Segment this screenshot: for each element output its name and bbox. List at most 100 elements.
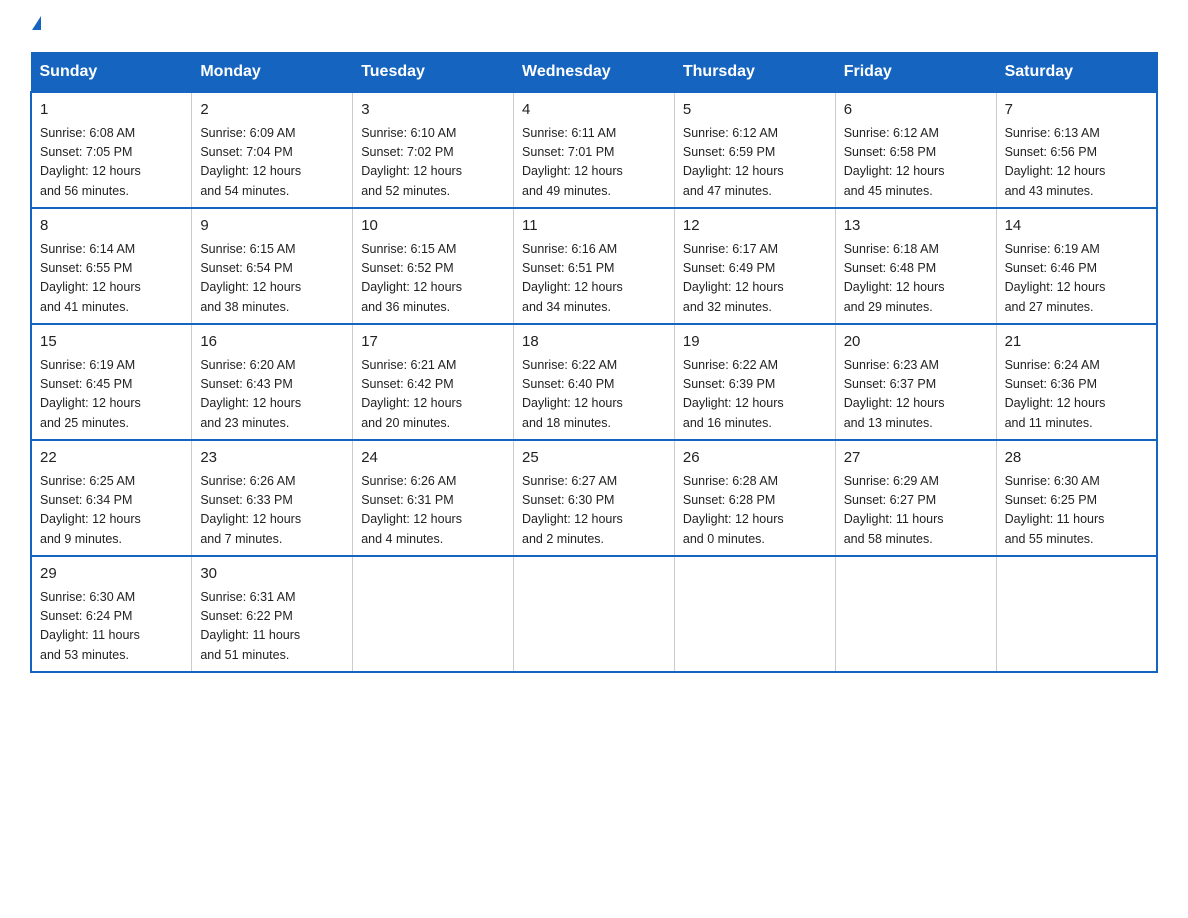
day-info: Sunrise: 6:21 AMSunset: 6:42 PMDaylight:… — [361, 356, 505, 434]
day-number: 5 — [683, 99, 827, 122]
weekday-header-monday: Monday — [192, 53, 353, 93]
day-number: 12 — [683, 215, 827, 238]
day-info: Sunrise: 6:30 AMSunset: 6:24 PMDaylight:… — [40, 588, 183, 666]
day-number: 25 — [522, 447, 666, 470]
day-info: Sunrise: 6:15 AMSunset: 6:52 PMDaylight:… — [361, 240, 505, 318]
logo-triangle-icon — [32, 16, 41, 30]
day-number: 6 — [844, 99, 988, 122]
day-info: Sunrise: 6:28 AMSunset: 6:28 PMDaylight:… — [683, 472, 827, 550]
calendar-cell: 22Sunrise: 6:25 AMSunset: 6:34 PMDayligh… — [31, 440, 192, 556]
day-info: Sunrise: 6:24 AMSunset: 6:36 PMDaylight:… — [1005, 356, 1148, 434]
calendar-cell: 8Sunrise: 6:14 AMSunset: 6:55 PMDaylight… — [31, 208, 192, 324]
day-number: 16 — [200, 331, 344, 354]
day-number: 28 — [1005, 447, 1148, 470]
day-number: 3 — [361, 99, 505, 122]
logo — [30, 20, 41, 34]
day-number: 19 — [683, 331, 827, 354]
day-number: 23 — [200, 447, 344, 470]
day-info: Sunrise: 6:19 AMSunset: 6:46 PMDaylight:… — [1005, 240, 1148, 318]
calendar-cell: 16Sunrise: 6:20 AMSunset: 6:43 PMDayligh… — [192, 324, 353, 440]
weekday-header-thursday: Thursday — [674, 53, 835, 93]
calendar-cell: 7Sunrise: 6:13 AMSunset: 6:56 PMDaylight… — [996, 92, 1157, 208]
day-info: Sunrise: 6:31 AMSunset: 6:22 PMDaylight:… — [200, 588, 344, 666]
day-info: Sunrise: 6:27 AMSunset: 6:30 PMDaylight:… — [522, 472, 666, 550]
calendar-week-row: 22Sunrise: 6:25 AMSunset: 6:34 PMDayligh… — [31, 440, 1157, 556]
weekday-header-friday: Friday — [835, 53, 996, 93]
calendar-cell: 17Sunrise: 6:21 AMSunset: 6:42 PMDayligh… — [353, 324, 514, 440]
day-number: 1 — [40, 99, 183, 122]
day-info: Sunrise: 6:29 AMSunset: 6:27 PMDaylight:… — [844, 472, 988, 550]
day-info: Sunrise: 6:18 AMSunset: 6:48 PMDaylight:… — [844, 240, 988, 318]
day-number: 15 — [40, 331, 183, 354]
day-number: 11 — [522, 215, 666, 238]
day-info: Sunrise: 6:17 AMSunset: 6:49 PMDaylight:… — [683, 240, 827, 318]
day-number: 30 — [200, 563, 344, 586]
day-info: Sunrise: 6:19 AMSunset: 6:45 PMDaylight:… — [40, 356, 183, 434]
day-info: Sunrise: 6:23 AMSunset: 6:37 PMDaylight:… — [844, 356, 988, 434]
calendar-cell: 27Sunrise: 6:29 AMSunset: 6:27 PMDayligh… — [835, 440, 996, 556]
weekday-header-wednesday: Wednesday — [514, 53, 675, 93]
calendar-cell: 25Sunrise: 6:27 AMSunset: 6:30 PMDayligh… — [514, 440, 675, 556]
day-number: 13 — [844, 215, 988, 238]
day-number: 26 — [683, 447, 827, 470]
calendar-cell: 29Sunrise: 6:30 AMSunset: 6:24 PMDayligh… — [31, 556, 192, 672]
calendar-cell: 5Sunrise: 6:12 AMSunset: 6:59 PMDaylight… — [674, 92, 835, 208]
calendar-week-row: 29Sunrise: 6:30 AMSunset: 6:24 PMDayligh… — [31, 556, 1157, 672]
day-number: 24 — [361, 447, 505, 470]
calendar-cell: 23Sunrise: 6:26 AMSunset: 6:33 PMDayligh… — [192, 440, 353, 556]
calendar-table: SundayMondayTuesdayWednesdayThursdayFrid… — [30, 52, 1158, 673]
day-number: 21 — [1005, 331, 1148, 354]
calendar-cell: 20Sunrise: 6:23 AMSunset: 6:37 PMDayligh… — [835, 324, 996, 440]
calendar-cell: 24Sunrise: 6:26 AMSunset: 6:31 PMDayligh… — [353, 440, 514, 556]
day-number: 20 — [844, 331, 988, 354]
calendar-cell: 28Sunrise: 6:30 AMSunset: 6:25 PMDayligh… — [996, 440, 1157, 556]
calendar-cell: 12Sunrise: 6:17 AMSunset: 6:49 PMDayligh… — [674, 208, 835, 324]
day-number: 7 — [1005, 99, 1148, 122]
day-info: Sunrise: 6:14 AMSunset: 6:55 PMDaylight:… — [40, 240, 183, 318]
day-number: 4 — [522, 99, 666, 122]
calendar-cell: 1Sunrise: 6:08 AMSunset: 7:05 PMDaylight… — [31, 92, 192, 208]
calendar-week-row: 8Sunrise: 6:14 AMSunset: 6:55 PMDaylight… — [31, 208, 1157, 324]
calendar-week-row: 1Sunrise: 6:08 AMSunset: 7:05 PMDaylight… — [31, 92, 1157, 208]
weekday-header-saturday: Saturday — [996, 53, 1157, 93]
calendar-cell: 2Sunrise: 6:09 AMSunset: 7:04 PMDaylight… — [192, 92, 353, 208]
calendar-week-row: 15Sunrise: 6:19 AMSunset: 6:45 PMDayligh… — [31, 324, 1157, 440]
day-info: Sunrise: 6:11 AMSunset: 7:01 PMDaylight:… — [522, 124, 666, 202]
day-number: 29 — [40, 563, 183, 586]
day-info: Sunrise: 6:22 AMSunset: 6:39 PMDaylight:… — [683, 356, 827, 434]
day-info: Sunrise: 6:30 AMSunset: 6:25 PMDaylight:… — [1005, 472, 1148, 550]
day-number: 14 — [1005, 215, 1148, 238]
calendar-cell: 15Sunrise: 6:19 AMSunset: 6:45 PMDayligh… — [31, 324, 192, 440]
calendar-body: 1Sunrise: 6:08 AMSunset: 7:05 PMDaylight… — [31, 92, 1157, 672]
weekday-header-tuesday: Tuesday — [353, 53, 514, 93]
day-number: 18 — [522, 331, 666, 354]
calendar-cell: 18Sunrise: 6:22 AMSunset: 6:40 PMDayligh… — [514, 324, 675, 440]
calendar-cell: 14Sunrise: 6:19 AMSunset: 6:46 PMDayligh… — [996, 208, 1157, 324]
calendar-cell: 30Sunrise: 6:31 AMSunset: 6:22 PMDayligh… — [192, 556, 353, 672]
weekday-header-sunday: Sunday — [31, 53, 192, 93]
day-info: Sunrise: 6:26 AMSunset: 6:33 PMDaylight:… — [200, 472, 344, 550]
day-number: 22 — [40, 447, 183, 470]
day-info: Sunrise: 6:12 AMSunset: 6:59 PMDaylight:… — [683, 124, 827, 202]
calendar-header: SundayMondayTuesdayWednesdayThursdayFrid… — [31, 53, 1157, 93]
day-info: Sunrise: 6:10 AMSunset: 7:02 PMDaylight:… — [361, 124, 505, 202]
calendar-cell — [996, 556, 1157, 672]
day-info: Sunrise: 6:25 AMSunset: 6:34 PMDaylight:… — [40, 472, 183, 550]
day-number: 2 — [200, 99, 344, 122]
day-number: 8 — [40, 215, 183, 238]
day-info: Sunrise: 6:12 AMSunset: 6:58 PMDaylight:… — [844, 124, 988, 202]
calendar-cell: 4Sunrise: 6:11 AMSunset: 7:01 PMDaylight… — [514, 92, 675, 208]
day-info: Sunrise: 6:15 AMSunset: 6:54 PMDaylight:… — [200, 240, 344, 318]
day-number: 10 — [361, 215, 505, 238]
calendar-cell: 26Sunrise: 6:28 AMSunset: 6:28 PMDayligh… — [674, 440, 835, 556]
day-info: Sunrise: 6:16 AMSunset: 6:51 PMDaylight:… — [522, 240, 666, 318]
day-info: Sunrise: 6:09 AMSunset: 7:04 PMDaylight:… — [200, 124, 344, 202]
calendar-cell: 10Sunrise: 6:15 AMSunset: 6:52 PMDayligh… — [353, 208, 514, 324]
day-info: Sunrise: 6:22 AMSunset: 6:40 PMDaylight:… — [522, 356, 666, 434]
calendar-cell: 9Sunrise: 6:15 AMSunset: 6:54 PMDaylight… — [192, 208, 353, 324]
day-info: Sunrise: 6:08 AMSunset: 7:05 PMDaylight:… — [40, 124, 183, 202]
day-info: Sunrise: 6:26 AMSunset: 6:31 PMDaylight:… — [361, 472, 505, 550]
calendar-cell: 11Sunrise: 6:16 AMSunset: 6:51 PMDayligh… — [514, 208, 675, 324]
calendar-cell — [835, 556, 996, 672]
calendar-cell: 3Sunrise: 6:10 AMSunset: 7:02 PMDaylight… — [353, 92, 514, 208]
